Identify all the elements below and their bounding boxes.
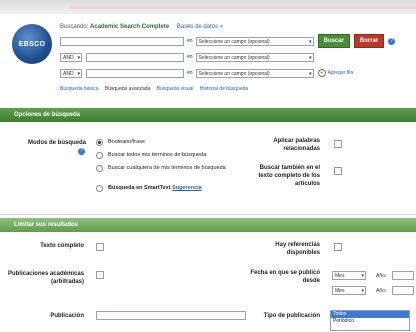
smarttext-label: Búsqueda en SmartText [108,185,171,191]
pub-type-option[interactable]: Todos [331,311,409,318]
logo-text: EBSCO [18,40,46,48]
search-row-2: AND en Seleccione un campo (opcional) [60,52,314,63]
apply-related-label: Aplicar palabras relacionadas [273,138,320,152]
radio-icon [96,165,103,172]
year-from-input[interactable] [392,271,414,280]
fulltext-search-checkbox[interactable] [334,167,342,175]
top-accent-bar [70,6,416,9]
add-row-label: Agregar fila [327,70,354,76]
searching-line: Buscando: Academic Search Complete Bases… [60,24,223,30]
advanced-search-link[interactable]: Búsqueda avanzada [105,86,151,92]
publication-label: Publicación [50,313,84,319]
search-term-input-1[interactable] [60,36,184,46]
mode-option-boolean[interactable]: Booleano/frase [96,138,145,146]
refs-available-checkbox[interactable] [334,243,342,251]
section-divider [0,214,416,215]
help-icon[interactable]: ? [388,37,396,45]
field-select-2[interactable]: Seleccione un campo (opcional) [195,52,314,62]
year-to-input[interactable] [392,286,414,295]
apply-related-checkbox[interactable] [334,140,342,148]
in-label: en [187,38,193,44]
limit-results-header: Limitar sus resultados [0,218,416,232]
smarttext-hint-link[interactable]: Sugerencia [172,184,202,192]
search-term-input-2[interactable] [86,52,184,62]
full-text-label: Texto completo [40,243,84,249]
month-to-select[interactable]: Mes [332,286,366,296]
year-to-label: Año: [376,288,387,294]
search-history-link[interactable]: Historial de búsqueda [200,86,248,92]
mode-option-smarttext[interactable]: Búsqueda en SmartText Sugerencia [96,184,202,192]
basic-search-link[interactable]: Búsqueda básica [60,86,98,92]
modes-help-icon[interactable]: ? [78,148,85,155]
pub-type-label: Tipo de publicación [263,313,320,319]
month-from-select[interactable]: Mes [332,271,366,281]
search-type-links: Búsqueda básica Búsqueda avanzada Búsque… [60,86,253,92]
mode-label: Buscar todos mis términos de búsqueda [108,152,207,158]
mode-option-any-terms[interactable]: Buscar cualquiera de mis términos de bús… [96,164,246,172]
bool-select-3[interactable]: AND [60,68,82,79]
plus-icon: + [317,69,326,77]
radio-icon [96,152,103,159]
visual-search-link[interactable]: Búsqueda visual [157,86,194,92]
clear-button[interactable]: Borrar [353,34,385,48]
publication-input[interactable] [96,311,246,320]
pub-type-listbox[interactable]: Todos Periódico [330,310,410,331]
search-options-header: Opciones de búsqueda [0,108,416,122]
full-text-checkbox[interactable] [96,243,104,251]
search-row-3: AND en Seleccione un campo (opcional) +A… [60,68,354,79]
scholarly-checkbox[interactable] [96,271,104,279]
pub-type-option[interactable]: Periódico [331,318,409,325]
search-row-1: en Seleccione un campo (opcional) Buscar… [60,34,396,48]
ebsco-logo: EBSCO [12,24,52,64]
year-from-label: Año: [376,273,387,279]
radio-icon [96,139,103,146]
search-button[interactable]: Buscar [317,34,350,48]
search-modes-label: Modos de búsqueda [27,140,86,146]
choose-databases-link[interactable]: Bases de datos » [177,24,223,30]
published-from-label: Fecha en que se publicó desde [250,270,320,284]
bool-select-2[interactable]: AND [60,52,82,63]
mode-label: Buscar cualquiera de mis términos de bús… [108,165,226,171]
in-label: en [187,70,193,76]
in-label: en [187,54,193,60]
fulltext-search-label: Buscar también en el texto completo de l… [258,165,320,187]
searching-label: Buscando: [60,24,89,30]
scholarly-label: Publicaciones académicas (arbitradas) [7,271,84,285]
field-select-1[interactable]: Seleccione un campo (opcional) [195,36,314,46]
radio-icon [96,185,103,192]
search-page: EBSCO Buscando: Academic Search Complete… [0,14,416,332]
search-term-input-3[interactable] [86,68,184,78]
refs-available-label: Hay referencias disponibles [275,242,320,256]
mode-option-all-terms[interactable]: Buscar todos mis términos de búsqueda [96,151,206,159]
field-select-3[interactable]: Seleccione un campo (opcional) [195,68,314,78]
mode-label: Booleano/frase [108,139,145,145]
database-name: Academic Search Complete [90,24,170,30]
add-row-link[interactable]: + Agregar fila [317,69,354,77]
